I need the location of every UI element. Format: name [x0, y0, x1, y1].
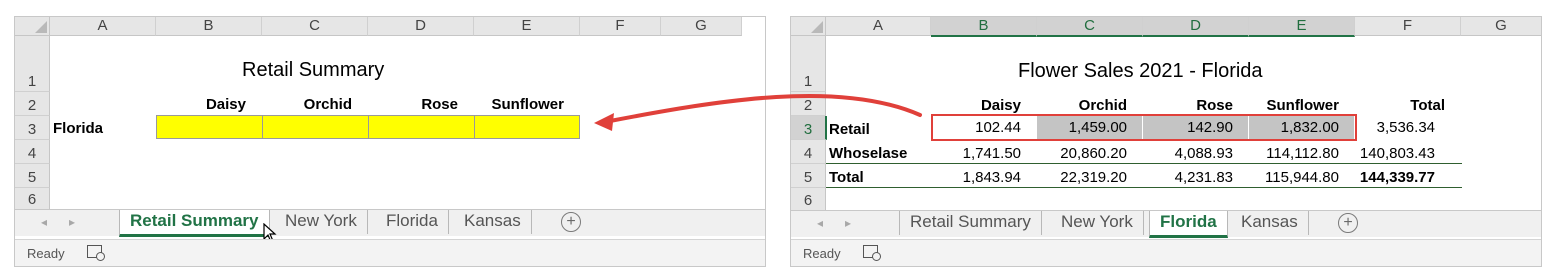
col-header-a[interactable]: A [826, 17, 931, 36]
tab-prev-icon[interactable]: ◂ [41, 215, 47, 229]
cell-d5[interactable]: 4,231.83 [1143, 169, 1233, 186]
selection-highlight [931, 114, 1357, 141]
cell-f3[interactable]: 3,536.34 [1355, 116, 1460, 139]
col-header-b[interactable]: B [931, 17, 1037, 37]
cell-b3[interactable] [156, 115, 263, 139]
macro-record-icon[interactable] [863, 245, 881, 261]
row-header-2[interactable]: 2 [791, 92, 826, 116]
status-ready: Ready [27, 246, 65, 261]
header-rose[interactable]: Rose [1143, 97, 1233, 114]
cell-b4[interactable]: 1,741.50 [931, 145, 1021, 162]
cell-e4[interactable]: 114,112.80 [1249, 145, 1339, 162]
tab-new-york[interactable]: New York [275, 210, 368, 234]
row-header-1[interactable]: 1 [15, 36, 50, 92]
sheet-tab-bar: ◂ ▸ Retail Summary New York Florida Kans… [791, 210, 1541, 238]
col-header-g[interactable]: G [1461, 17, 1541, 36]
header-rose[interactable]: Rose [368, 96, 458, 113]
cell-d3[interactable] [368, 115, 475, 139]
cell-c3[interactable] [262, 115, 369, 139]
row-header-6[interactable]: 6 [15, 188, 50, 210]
header-daisy[interactable]: Daisy [156, 96, 246, 113]
row-label-whoselase[interactable]: Whoselase [829, 145, 907, 162]
col-header-f[interactable]: F [580, 17, 661, 36]
col-header-b[interactable]: B [156, 17, 262, 36]
tab-next-icon[interactable]: ▸ [69, 215, 75, 229]
header-total[interactable]: Total [1355, 97, 1445, 114]
row-header-3[interactable]: 3 [791, 116, 827, 140]
left-workbook-window: A B C D E F G 1 2 3 4 5 6 Retail Summary… [14, 16, 766, 267]
tab-retail-summary[interactable]: Retail Summary [899, 211, 1042, 235]
row-header-5[interactable]: 5 [791, 164, 826, 188]
status-bar: Ready [791, 239, 1541, 266]
cell-c4[interactable]: 20,860.20 [1037, 145, 1127, 162]
sheet-tab-bar: ◂ ▸ Retail Summary New York Florida Kans… [15, 209, 765, 237]
sheet-title[interactable]: Retail Summary [242, 59, 384, 82]
add-sheet-icon[interactable]: + [561, 212, 581, 232]
select-all-icon [35, 21, 47, 33]
tab-florida[interactable]: Florida [376, 210, 449, 234]
row-header-5[interactable]: 5 [15, 164, 50, 188]
header-orchid[interactable]: Orchid [1037, 97, 1127, 114]
right-workbook-window: A B C D E F G 1 2 3 4 5 6 Flower Sales 2… [790, 16, 1542, 267]
tab-retail-summary[interactable]: Retail Summary [119, 210, 270, 237]
tab-kansas[interactable]: Kansas [454, 210, 532, 234]
col-header-f[interactable]: F [1355, 17, 1461, 36]
row-header-2[interactable]: 2 [15, 92, 50, 116]
table-divider [826, 163, 1462, 164]
add-sheet-icon[interactable]: + [1338, 213, 1358, 233]
cell-e3[interactable] [474, 115, 580, 139]
tab-new-york[interactable]: New York [1051, 211, 1144, 235]
tab-kansas[interactable]: Kansas [1231, 211, 1309, 235]
tab-prev-icon[interactable]: ◂ [817, 216, 823, 230]
row-label-florida[interactable]: Florida [53, 120, 103, 137]
col-header-c[interactable]: C [262, 17, 368, 36]
select-all-icon [811, 21, 823, 33]
header-daisy[interactable]: Daisy [931, 97, 1021, 114]
macro-record-icon[interactable] [87, 245, 105, 261]
select-all-corner[interactable] [15, 17, 50, 36]
header-sunflower[interactable]: Sunflower [1249, 97, 1339, 114]
status-bar: Ready [15, 239, 765, 266]
col-header-c[interactable]: C [1037, 17, 1143, 37]
tab-florida[interactable]: Florida [1149, 211, 1228, 238]
header-orchid[interactable]: Orchid [262, 96, 352, 113]
sheet-title[interactable]: Flower Sales 2021 - Florida [1018, 60, 1263, 83]
col-header-d[interactable]: D [368, 17, 474, 36]
col-header-e[interactable]: E [474, 17, 580, 36]
col-header-e[interactable]: E [1249, 17, 1355, 37]
cell-e5[interactable]: 115,944.80 [1249, 169, 1339, 186]
row-header-1[interactable]: 1 [791, 36, 826, 92]
row-header-3[interactable]: 3 [15, 116, 50, 140]
row-label-retail[interactable]: Retail [829, 121, 870, 138]
cell-f4[interactable]: 140,803.43 [1355, 145, 1435, 162]
col-header-d[interactable]: D [1143, 17, 1249, 37]
status-ready: Ready [803, 246, 841, 261]
cell-b5[interactable]: 1,843.94 [931, 169, 1021, 186]
col-header-g[interactable]: G [661, 17, 742, 36]
cell-f5[interactable]: 144,339.77 [1335, 169, 1435, 186]
row-header-4[interactable]: 4 [791, 140, 826, 164]
tab-next-icon[interactable]: ▸ [845, 216, 851, 230]
header-sunflower[interactable]: Sunflower [474, 96, 564, 113]
cell-d4[interactable]: 4,088.93 [1143, 145, 1233, 162]
table-bottom-border [826, 187, 1462, 188]
row-header-4[interactable]: 4 [15, 140, 50, 164]
row-header-6[interactable]: 6 [791, 188, 826, 211]
cell-c5[interactable]: 22,319.20 [1037, 169, 1127, 186]
row-label-total[interactable]: Total [829, 169, 864, 186]
col-header-a[interactable]: A [50, 17, 156, 36]
select-all-corner[interactable] [791, 17, 826, 36]
